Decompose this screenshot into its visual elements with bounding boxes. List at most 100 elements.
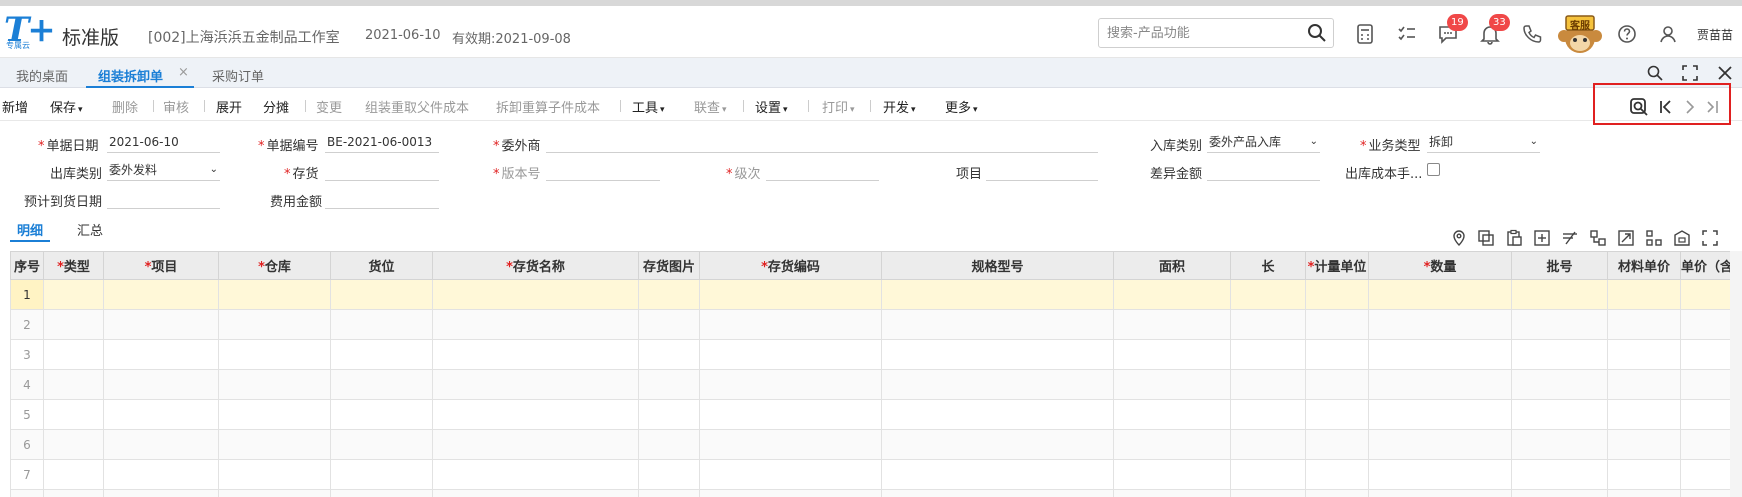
table-cell[interactable] bbox=[103, 309, 219, 340]
table-cell[interactable] bbox=[1113, 429, 1231, 460]
column-header[interactable]: *计量单位 bbox=[1305, 251, 1369, 280]
user-icon[interactable] bbox=[1657, 23, 1679, 45]
tab-close-icon[interactable]: × bbox=[178, 65, 189, 80]
table-cell[interactable] bbox=[1368, 279, 1512, 310]
tab-my-desktop[interactable]: 我的桌面 bbox=[16, 66, 68, 85]
table-cell[interactable] bbox=[1607, 279, 1681, 310]
project-field[interactable] bbox=[986, 161, 1098, 181]
tab-purchase-order[interactable]: 采购订单 bbox=[212, 66, 264, 85]
table-cell[interactable] bbox=[1511, 489, 1608, 497]
tab-assembly-disassembly[interactable]: 组装拆卸单 bbox=[98, 66, 163, 85]
save-button[interactable]: 保存 ▾ bbox=[50, 97, 83, 116]
table-cell[interactable] bbox=[1230, 489, 1306, 497]
table-cell[interactable] bbox=[881, 339, 1114, 370]
table-cell[interactable] bbox=[699, 459, 882, 490]
table-cell[interactable] bbox=[43, 489, 104, 497]
task-list-icon[interactable] bbox=[1396, 23, 1418, 45]
table-cell[interactable] bbox=[218, 309, 331, 340]
table-cell[interactable] bbox=[330, 369, 433, 400]
table-cell[interactable] bbox=[1368, 339, 1512, 370]
column-header[interactable]: 存货图片 bbox=[638, 251, 700, 280]
level-field[interactable] bbox=[766, 161, 879, 181]
subtab-summary[interactable]: 汇总 bbox=[77, 220, 103, 239]
search-icon[interactable] bbox=[1307, 23, 1327, 43]
settings-menu[interactable]: 设置 ▾ bbox=[755, 97, 788, 116]
table-cell[interactable] bbox=[1368, 399, 1512, 430]
stock-field[interactable] bbox=[325, 161, 439, 181]
table-cell[interactable] bbox=[699, 489, 882, 497]
table-cell[interactable] bbox=[638, 309, 700, 340]
diff-amount-field[interactable] bbox=[1207, 161, 1320, 181]
table-cell[interactable] bbox=[103, 369, 219, 400]
table-cell[interactable] bbox=[432, 399, 639, 430]
table-cell[interactable] bbox=[1679, 459, 1735, 490]
table-cell[interactable] bbox=[699, 429, 882, 460]
table-row[interactable]: 8 bbox=[10, 489, 1735, 497]
table-cell[interactable] bbox=[43, 339, 104, 370]
table-cell[interactable] bbox=[1230, 339, 1306, 370]
table-row[interactable]: 4 bbox=[10, 369, 1735, 400]
table-row[interactable]: 7 bbox=[10, 459, 1735, 490]
table-cell[interactable] bbox=[638, 279, 700, 310]
doc-no-field[interactable]: BE-2021-06-0013 bbox=[325, 133, 439, 153]
table-cell[interactable] bbox=[1511, 339, 1608, 370]
table-cell[interactable] bbox=[1305, 489, 1369, 497]
table-cell[interactable] bbox=[218, 339, 331, 370]
table-cell[interactable] bbox=[699, 369, 882, 400]
table-cell[interactable] bbox=[218, 369, 331, 400]
subtab-detail[interactable]: 明细 bbox=[17, 220, 43, 239]
table-cell[interactable] bbox=[1368, 489, 1512, 497]
print-menu[interactable]: 打印 ▾ bbox=[822, 97, 855, 116]
table-cell[interactable] bbox=[218, 429, 331, 460]
table-cell[interactable] bbox=[1679, 429, 1735, 460]
help-icon[interactable] bbox=[1616, 23, 1638, 45]
company-name[interactable]: [002]上海浜浜五金制品工作室 bbox=[148, 27, 340, 47]
column-header[interactable]: *仓库 bbox=[218, 251, 331, 280]
table-cell[interactable] bbox=[1113, 489, 1231, 497]
table-cell[interactable] bbox=[1305, 339, 1369, 370]
table-cell[interactable] bbox=[432, 279, 639, 310]
table-cell[interactable] bbox=[432, 369, 639, 400]
fee-field[interactable] bbox=[325, 189, 439, 209]
location-pin-icon[interactable] bbox=[1450, 229, 1468, 247]
table-cell[interactable] bbox=[330, 339, 433, 370]
table-cell[interactable] bbox=[218, 489, 331, 497]
table-cell[interactable] bbox=[1368, 429, 1512, 460]
table-cell[interactable] bbox=[1511, 429, 1608, 460]
column-header[interactable]: *数量 bbox=[1368, 251, 1512, 280]
tools-menu[interactable]: 工具 ▾ bbox=[632, 97, 665, 116]
eta-field[interactable] bbox=[107, 189, 220, 209]
bom-expand-icon[interactable] bbox=[1589, 229, 1607, 247]
table-cell[interactable] bbox=[1368, 369, 1512, 400]
new-button[interactable]: 新增 bbox=[2, 97, 28, 116]
table-cell[interactable] bbox=[330, 429, 433, 460]
table-cell[interactable] bbox=[1679, 489, 1735, 497]
table-cell[interactable] bbox=[881, 369, 1114, 400]
table-cell[interactable] bbox=[1305, 369, 1369, 400]
table-cell[interactable] bbox=[103, 279, 219, 310]
table-cell[interactable] bbox=[1113, 399, 1231, 430]
locate-record-icon[interactable] bbox=[1629, 97, 1649, 117]
table-cell[interactable] bbox=[1113, 279, 1231, 310]
username[interactable]: 贾苗苗 bbox=[1697, 26, 1733, 43]
import-icon[interactable] bbox=[1617, 229, 1635, 247]
table-cell[interactable] bbox=[1607, 429, 1681, 460]
table-cell[interactable] bbox=[330, 279, 433, 310]
table-cell[interactable] bbox=[43, 309, 104, 340]
table-cell[interactable] bbox=[330, 459, 433, 490]
table-row[interactable]: 2 bbox=[10, 309, 1735, 340]
column-header[interactable]: *存货名称 bbox=[432, 251, 639, 280]
table-cell[interactable] bbox=[330, 309, 433, 340]
product-search[interactable] bbox=[1098, 18, 1334, 48]
table-cell[interactable] bbox=[103, 399, 219, 430]
structure-icon[interactable] bbox=[1645, 229, 1663, 247]
table-cell[interactable] bbox=[1113, 339, 1231, 370]
last-record-icon[interactable] bbox=[1703, 97, 1723, 117]
out-type-select[interactable]: 委外发料 ⌄ bbox=[107, 161, 220, 181]
table-cell[interactable] bbox=[1305, 309, 1369, 340]
table-cell[interactable] bbox=[103, 459, 219, 490]
calculator-icon[interactable] bbox=[1354, 23, 1376, 45]
table-cell[interactable] bbox=[1511, 369, 1608, 400]
table-cell[interactable] bbox=[330, 489, 433, 497]
assemble-recalc-button[interactable]: 组装重取父件成本 bbox=[365, 97, 469, 116]
